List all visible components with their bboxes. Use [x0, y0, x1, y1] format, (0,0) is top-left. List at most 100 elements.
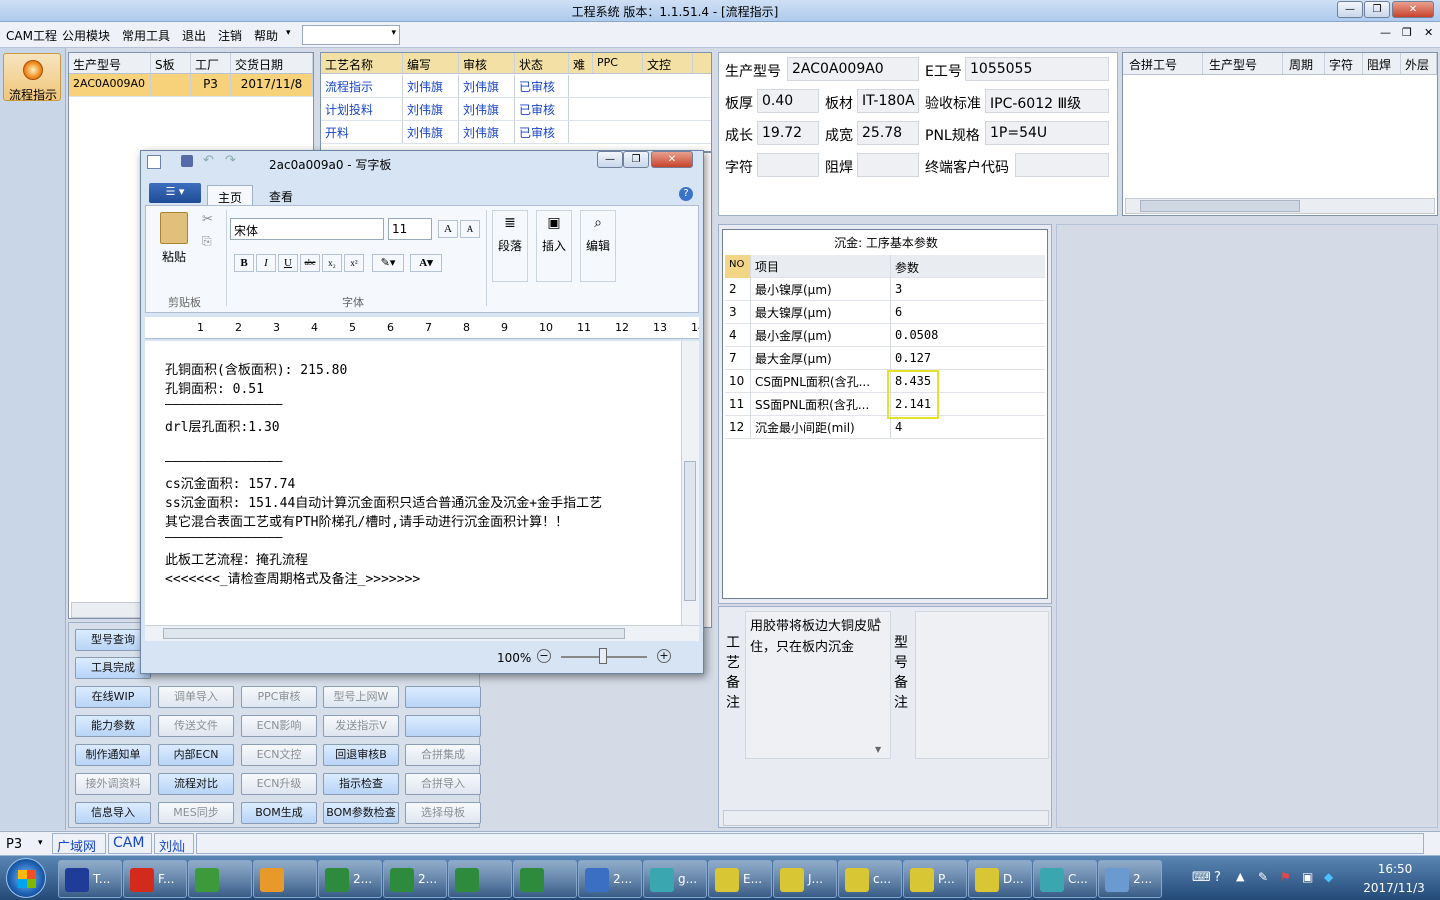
mask-field[interactable]	[857, 153, 919, 177]
col-merge-no[interactable]: 合拼工号	[1123, 53, 1203, 74]
highlight-color-button[interactable]: ✎▾	[372, 254, 404, 272]
menu-cam[interactable]: CAM工程	[6, 27, 57, 44]
copy-icon[interactable]: ⎘	[202, 234, 212, 249]
scroll-up-icon[interactable]: ▲	[875, 615, 881, 624]
paragraph-button[interactable]: ≣ 段落	[492, 210, 528, 282]
doc-vertical-scrollbar[interactable]	[681, 341, 699, 625]
col-status[interactable]: 状态	[515, 53, 569, 73]
taskbar-item[interactable]: J...	[773, 860, 837, 898]
col-model[interactable]: 生产型号	[69, 53, 151, 73]
model-field[interactable]: 2AC0A009A0	[787, 57, 919, 81]
col-ppc[interactable]: PPC	[593, 53, 643, 73]
start-button[interactable]	[6, 858, 46, 898]
table-row[interactable]: 开料 刘伟旗 刘伟旗 已审核	[321, 121, 711, 144]
col-value[interactable]: 参数	[891, 255, 1041, 278]
model-note-field[interactable]	[915, 611, 1049, 759]
pen-icon[interactable]: ✎	[1258, 870, 1268, 884]
bold-button[interactable]: B	[234, 254, 254, 272]
font-size-select[interactable]: 11	[388, 218, 432, 240]
taskbar-item[interactable]: g...	[643, 860, 707, 898]
table-row[interactable]: 2AC0A009A0 P3 2017/11/8	[69, 74, 313, 97]
merge-scroll-thumb[interactable]	[1140, 200, 1300, 212]
taskbar-item[interactable]: 2...	[318, 860, 382, 898]
param-row[interactable]: 11 SS面PNL面积(含孔... 2.141	[725, 393, 1045, 416]
undo-icon[interactable]: ↶	[203, 153, 214, 168]
function-button[interactable]: ECN升级	[241, 773, 317, 795]
taskbar-item[interactable]	[253, 860, 317, 898]
cut-icon[interactable]: ✂	[202, 212, 213, 227]
wordpad-close-button[interactable]: ✕	[651, 151, 693, 168]
maximize-button[interactable]: ❐	[1364, 1, 1390, 18]
wordpad-file-menu[interactable]: ☰ ▾	[149, 183, 201, 203]
param-row[interactable]: 4 最小金厚(μm) 0.0508	[725, 324, 1045, 347]
strikethrough-button[interactable]: abc	[300, 254, 320, 272]
col-merge-model[interactable]: 生产型号	[1203, 53, 1283, 74]
function-button[interactable]: 调单导入	[158, 686, 234, 708]
italic-button[interactable]: I	[256, 254, 276, 272]
taskbar-item[interactable]	[188, 860, 252, 898]
col-merge-char[interactable]: 字符	[1325, 53, 1363, 74]
help-tray-icon[interactable]: ?	[1214, 870, 1221, 885]
function-button[interactable]: ECN文控	[241, 744, 317, 766]
function-button[interactable]: 流程对比	[158, 773, 234, 795]
mdi-close-button[interactable]: ✕	[1424, 26, 1433, 39]
font-color-button[interactable]: A▾	[410, 254, 442, 272]
function-button[interactable]: 型号上网W	[323, 686, 399, 708]
material-field[interactable]: IT-180A	[857, 89, 919, 113]
process-note-field[interactable]: 用胶带将板边大铜皮贴住，只在板内沉金	[745, 611, 891, 759]
insert-button[interactable]: ▣ 插入	[536, 210, 572, 282]
keyboard-icon[interactable]: ⌨	[1192, 870, 1211, 885]
customer-code-field[interactable]	[1015, 153, 1109, 177]
tray-chevron-icon[interactable]: ▲	[1236, 870, 1244, 883]
scroll-down-icon[interactable]: ▼	[875, 745, 881, 754]
function-button[interactable]: 传送文件	[158, 715, 234, 737]
doc-scroll-thumb[interactable]	[684, 461, 696, 601]
col-sboard[interactable]: S板	[151, 53, 191, 73]
col-process-name[interactable]: 工艺名称	[321, 53, 403, 73]
subscript-button[interactable]: x₂	[322, 254, 342, 272]
taskbar-item[interactable]: D...	[968, 860, 1032, 898]
doc-horizontal-scrollbar[interactable]	[145, 625, 699, 641]
col-no[interactable]: NO	[725, 255, 751, 278]
param-row[interactable]: 7 最大金厚(μm) 0.127	[725, 347, 1045, 370]
grow-font-button[interactable]: A	[438, 220, 458, 238]
function-button[interactable]: 合拼导入	[405, 773, 481, 795]
function-button[interactable]: 内部ECN	[158, 744, 234, 766]
underline-button[interactable]: U	[278, 254, 298, 272]
function-button[interactable]: 能力参数	[75, 715, 151, 737]
function-button[interactable]: 信息导入	[75, 802, 151, 824]
mdi-minimize-button[interactable]: —	[1380, 26, 1391, 39]
width-field[interactable]: 25.78	[857, 121, 919, 145]
function-button[interactable]: 合拼集成	[405, 744, 481, 766]
taskbar-item[interactable]: T...	[58, 860, 122, 898]
taskbar-item[interactable]: C...	[1033, 860, 1097, 898]
function-button[interactable]: BOM生成	[241, 802, 317, 824]
param-row[interactable]: 12 沉金最小间距(mil) 4	[725, 416, 1045, 439]
help-icon[interactable]: ?	[679, 187, 693, 201]
superscript-button[interactable]: x²	[344, 254, 364, 272]
param-row[interactable]: 3 最大镍厚(μm) 6	[725, 301, 1045, 324]
edit-button[interactable]: ⌕ 编辑	[580, 210, 616, 282]
save-icon[interactable]	[181, 155, 193, 167]
flag-icon[interactable]: ⚑	[1280, 870, 1291, 884]
function-button[interactable]: 指示检查	[323, 773, 399, 795]
function-button[interactable]: ECN影响	[241, 715, 317, 737]
taskbar-item[interactable]: F...	[123, 860, 187, 898]
standard-field[interactable]: IPC-6012 Ⅲ级	[985, 89, 1109, 113]
menu-public-modules[interactable]: 公用模块	[62, 27, 110, 44]
taskbar-item[interactable]: 2...	[578, 860, 642, 898]
char-field[interactable]	[757, 153, 819, 177]
menu-logout[interactable]: 注销	[218, 27, 242, 44]
wordpad-maximize-button[interactable]: ❐	[623, 151, 649, 168]
document-area[interactable]: 孔铜面积(含板面积): 215.80 孔铜面积: 0.51 ————————————…	[145, 341, 681, 625]
col-merge-outer[interactable]: 外层	[1401, 53, 1437, 74]
function-button[interactable]: 发送指示V	[323, 715, 399, 737]
merge-grid-scrollbar[interactable]	[1125, 198, 1435, 214]
clock-time[interactable]: 16:50	[1360, 862, 1430, 876]
zoom-out-button[interactable]: −	[537, 649, 551, 663]
param-row[interactable]: 2 最小镍厚(μm) 3	[725, 278, 1045, 301]
doc-hscroll-thumb[interactable]	[163, 628, 625, 639]
col-factory[interactable]: 工厂	[191, 53, 231, 73]
clock-date[interactable]: 2017/11/3	[1354, 881, 1434, 895]
function-button[interactable]: 在线WIP	[75, 686, 151, 708]
